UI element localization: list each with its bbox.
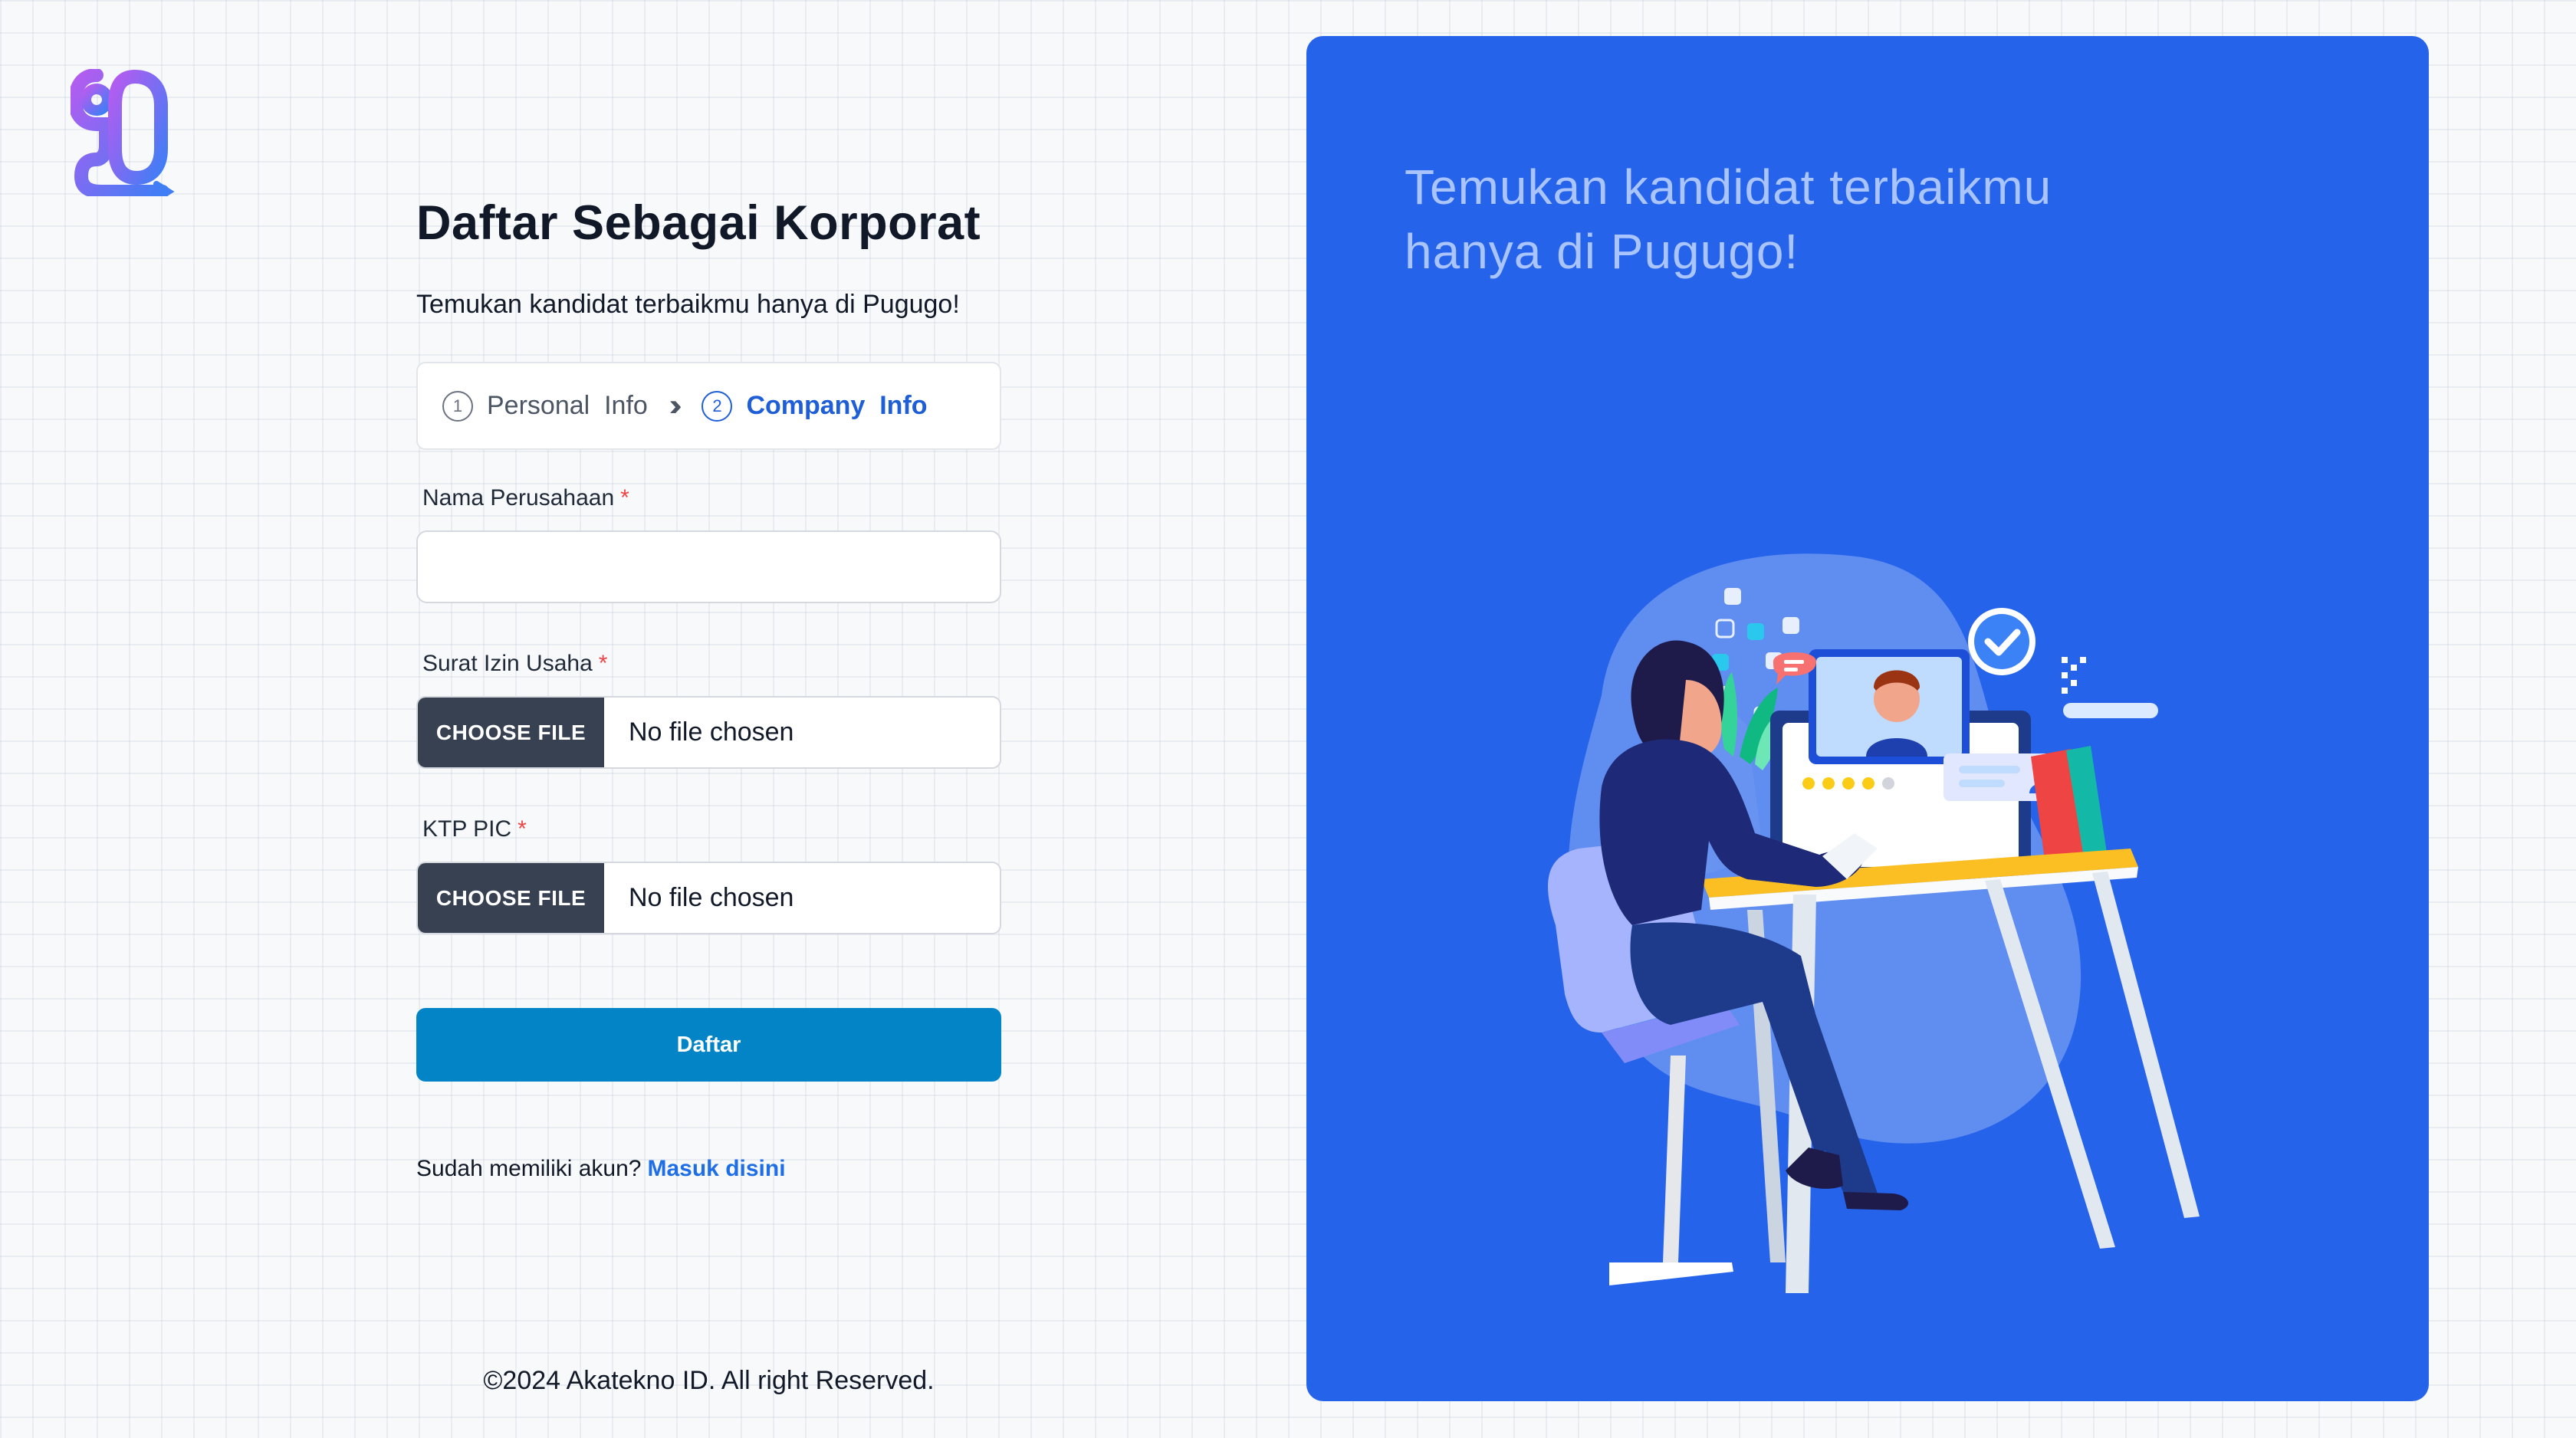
business-permit-label-text: Surat Izin Usaha bbox=[422, 651, 593, 676]
login-link[interactable]: Masuk disini bbox=[647, 1156, 785, 1181]
login-prompt-text: Sudah memiliki akun? bbox=[416, 1156, 642, 1181]
footer-copyright: ©2024 Akatekno ID. All right Reserved. bbox=[483, 1366, 935, 1395]
page-subtitle: Temukan kandidat terbaikmu hanya di Pugu… bbox=[416, 290, 960, 319]
step-personal-info[interactable]: 1 Personal Info bbox=[442, 390, 648, 422]
step-company-info[interactable]: 2 Company Info bbox=[702, 390, 928, 422]
ktp-pic-choose-file-button[interactable]: CHOOSE FILE bbox=[418, 863, 604, 933]
page-title: Daftar Sebagai Korporat bbox=[416, 196, 981, 250]
daftar-submit-button[interactable]: Daftar bbox=[416, 1008, 1001, 1082]
login-prompt: Sudah memiliki akun? Masuk disini bbox=[416, 1156, 786, 1182]
business-permit-label: Surat Izin Usaha * bbox=[422, 651, 607, 677]
recruiter-video-interview-illustration bbox=[1494, 527, 2230, 1308]
step-label-personal-info: Personal Info bbox=[487, 391, 648, 420]
step-number-2: 2 bbox=[702, 390, 733, 422]
pugugo-logo-icon[interactable] bbox=[67, 68, 175, 202]
double-chevron-right-icon: ›› bbox=[669, 389, 682, 422]
step-number-1: 1 bbox=[442, 390, 473, 422]
ktp-pic-file-status: No file chosen bbox=[629, 883, 794, 912]
promo-panel: Temukan kandidat terbaikmu hanya di Pugu… bbox=[1306, 36, 2429, 1401]
required-mark: * bbox=[620, 485, 629, 511]
business-permit-file-status: No file chosen bbox=[629, 717, 794, 747]
company-name-label-text: Nama Perusahaan bbox=[422, 485, 615, 511]
required-mark: * bbox=[598, 651, 608, 676]
company-name-input[interactable] bbox=[416, 530, 1001, 603]
company-name-label: Nama Perusahaan * bbox=[422, 485, 629, 511]
promo-heading: Temukan kandidat terbaikmu hanya di Pugu… bbox=[1405, 159, 2052, 279]
business-permit-file-input[interactable]: CHOOSE FILE No file chosen bbox=[416, 696, 1001, 769]
ktp-pic-label: KTP PIC * bbox=[422, 816, 527, 842]
business-permit-choose-file-button[interactable]: CHOOSE FILE bbox=[418, 698, 604, 767]
form-stepper: 1 Personal Info ›› 2 Company Info bbox=[416, 362, 1001, 450]
ktp-pic-label-text: KTP PIC bbox=[422, 816, 512, 842]
step-label-company-info: Company Info bbox=[746, 391, 928, 420]
required-mark: * bbox=[518, 816, 527, 842]
ktp-pic-file-input[interactable]: CHOOSE FILE No file chosen bbox=[416, 862, 1001, 934]
